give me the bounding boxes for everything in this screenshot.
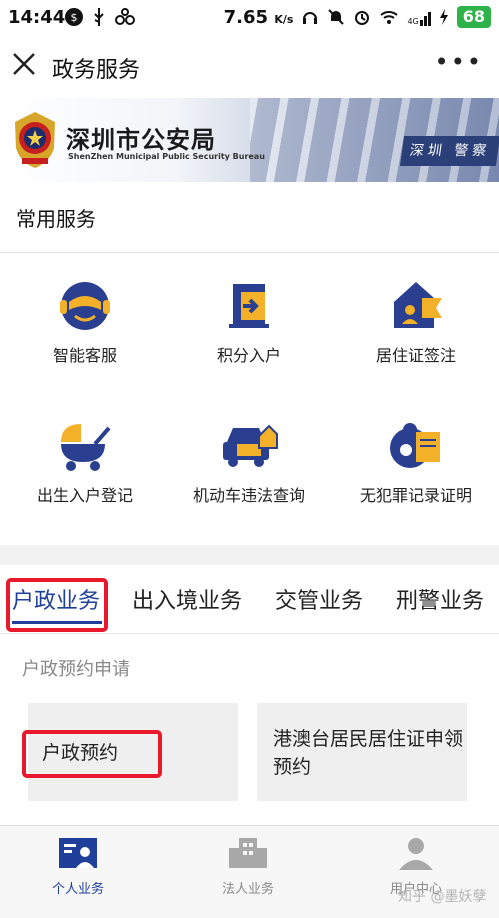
service-item-residence-permit[interactable]: 居住证签注 xyxy=(333,280,499,366)
service-label: 智能客服 xyxy=(52,346,117,365)
net-speed: 7.65 K/s xyxy=(223,6,294,28)
card-label: 港澳台居民居住证申领预约 xyxy=(273,728,464,778)
common-services-title: 常用服务 xyxy=(16,207,96,231)
service-item-vehicle-violation[interactable]: 机动车违法查询 xyxy=(166,420,332,506)
customer-service-icon xyxy=(60,282,110,330)
police-banner: 深圳 警察 深圳市公安局 ShenZhen Municipal Public S… xyxy=(0,98,499,182)
service-item-no-criminal-record[interactable]: 无犯罪记录证明 xyxy=(333,420,499,506)
personal-business-icon xyxy=(59,838,97,868)
tab-entry-exit[interactable]: 出入境业务 xyxy=(132,583,242,615)
bottom-nav-label: 个人业务 xyxy=(51,882,104,897)
service-item-smart-customer-service[interactable]: 智能客服 xyxy=(2,280,168,366)
service-label: 机动车违法查询 xyxy=(192,486,305,505)
signal-icon: 4G xyxy=(407,8,431,26)
section-separator xyxy=(0,545,499,565)
usb-icon xyxy=(94,8,104,26)
residence-permit-icon xyxy=(394,282,442,328)
user-icon xyxy=(399,838,433,870)
bottom-nav-personal[interactable]: 个人业务 xyxy=(18,836,138,897)
section-title: 户政预约申请 xyxy=(22,659,130,680)
divider xyxy=(0,633,499,634)
wifi-icon xyxy=(380,11,399,24)
banner-title: 深圳市公安局 xyxy=(66,126,216,154)
status-right: 7.65 K/s 4G 68 xyxy=(224,6,491,28)
close-icon[interactable] xyxy=(10,50,38,78)
service-item-birth-registration[interactable]: 出生入户登记 xyxy=(2,420,168,506)
bottom-nav-label: 法人业务 xyxy=(221,882,274,897)
alarm-icon xyxy=(355,11,370,25)
service-label: 无犯罪记录证明 xyxy=(359,486,472,505)
more-icon[interactable]: ••• xyxy=(435,48,483,76)
tab-criminal[interactable]: 刑警业务 xyxy=(396,583,484,615)
bottom-nav-corporate[interactable]: 法人业务 xyxy=(188,836,308,897)
status-time: 14:44 xyxy=(8,7,66,28)
page-title: 政务服务 xyxy=(52,58,141,83)
highlight-box-tab xyxy=(6,578,108,632)
service-label: 积分入户 xyxy=(216,346,281,365)
link-icon xyxy=(115,8,135,25)
battery-level: 68 xyxy=(456,6,491,28)
divider xyxy=(0,252,499,253)
charging-icon xyxy=(439,9,448,25)
headset-icon xyxy=(303,12,318,24)
service-label: 出生入户登记 xyxy=(36,486,133,505)
svg-text:$: $ xyxy=(71,11,78,24)
service-item-points-entry[interactable]: 积分入户 xyxy=(166,280,332,366)
building-icon xyxy=(229,838,267,868)
birth-registration-icon xyxy=(61,424,111,471)
service-label: 居住证签注 xyxy=(375,346,456,365)
police-emblem-icon xyxy=(15,112,55,168)
vehicle-violation-icon xyxy=(223,424,278,467)
highlight-box-card xyxy=(22,730,162,778)
mute-bell-icon xyxy=(328,9,345,25)
status-bar: 14:44 $ 7.65 K/s 4G 68 xyxy=(0,0,499,36)
points-entry-icon xyxy=(229,284,269,328)
nav-bar: 政务服务 ••• xyxy=(0,36,499,98)
no-criminal-record-icon xyxy=(390,423,440,468)
card-hmt-residence-appointment[interactable]: 港澳台居民居住证申领预约 xyxy=(257,703,467,801)
status-notification-icons: $ xyxy=(64,7,136,27)
banner-subtitle: ShenZhen Municipal Public Security Burea… xyxy=(68,152,265,161)
notification-icon: $ xyxy=(65,8,83,26)
tab-traffic[interactable]: 交管业务 xyxy=(275,583,363,615)
banner-plate: 深圳 警察 xyxy=(399,136,499,166)
watermark: 知乎 @墨妖孽 xyxy=(398,889,487,905)
